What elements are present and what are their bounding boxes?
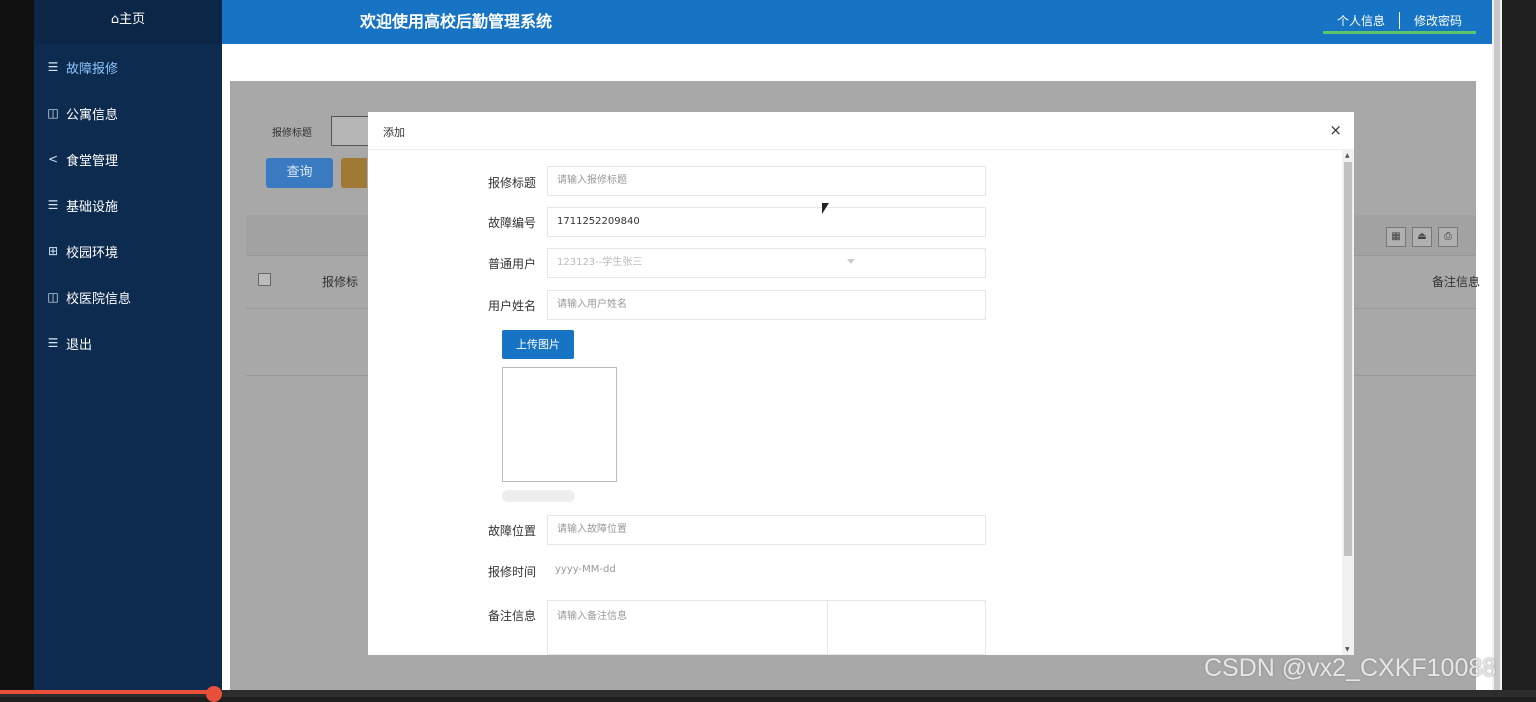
sidebar-item-label: 校医院信息 — [66, 291, 132, 307]
profile-link[interactable]: 个人信息 — [1323, 12, 1399, 29]
bg-query-button: 查询 — [266, 158, 333, 188]
video-progress-knob[interactable] — [206, 686, 222, 702]
change-password-link[interactable]: 修改密码 — [1398, 12, 1476, 29]
user-select[interactable]: 123123--学生张三 — [547, 248, 986, 278]
list-icon: ☰ — [47, 336, 59, 350]
mouse-cursor-icon — [822, 203, 829, 214]
sidebar-item-label: 基础设施 — [66, 199, 119, 215]
remark-textarea-extension — [827, 600, 986, 655]
bg-add-button — [341, 158, 367, 188]
book-icon: ◫ — [47, 106, 59, 120]
username-label: 用户姓名 — [487, 299, 536, 313]
bg-col-title: 报修标 — [322, 275, 359, 289]
page-scroll-thumb[interactable] — [1494, 0, 1500, 690]
time-input[interactable]: yyyy-MM-dd — [555, 564, 616, 575]
upload-image-button[interactable]: 上传图片 — [502, 330, 574, 359]
top-links: 个人信息 修改密码 — [1322, 12, 1476, 34]
chevron-down-icon — [847, 259, 855, 264]
user-label: 普通用户 — [487, 257, 536, 271]
code-label: 故障编号 — [487, 216, 536, 230]
add-dialog: 添加 × 报修标题 请输入报修标题 故障编号 1711252209840 普通用… — [368, 112, 1354, 655]
sidebar: ⌂主页 ☰ 故障报修 ◫ 公寓信息 < 食堂管理 ☰ 基础设施 ⊞ 校园环境 ◫… — [34, 0, 222, 697]
bg-table-tools: ▦ ⏏ ⎙ — [1386, 227, 1458, 247]
system-title: 欢迎使用高校后勤管理系统 — [360, 12, 553, 31]
remark-textarea[interactable]: 请输入备注信息 — [547, 600, 828, 655]
video-progress-track[interactable] — [0, 690, 1536, 697]
title-input[interactable]: 请输入报修标题 — [547, 166, 986, 196]
code-input[interactable]: 1711252209840 — [547, 207, 986, 237]
sidebar-item-label: 食堂管理 — [66, 153, 119, 169]
video-progress-fill — [0, 690, 214, 694]
bg-search-label: 报修标题 — [272, 128, 312, 139]
location-label: 故障位置 — [487, 524, 536, 538]
sidebar-home[interactable]: ⌂主页 — [34, 0, 222, 44]
scroll-up-icon[interactable]: ▲ — [1345, 152, 1350, 159]
sidebar-item-canteen[interactable]: < 食堂管理 — [34, 136, 222, 182]
username-input[interactable]: 请输入用户姓名 — [547, 290, 986, 320]
sidebar-item-hospital[interactable]: ◫ 校医院信息 — [34, 274, 222, 320]
bg-search-input — [331, 116, 371, 146]
app-window: ⌂主页 ☰ 故障报修 ◫ 公寓信息 < 食堂管理 ☰ 基础设施 ⊞ 校园环境 ◫… — [0, 0, 1536, 702]
topbar: 欢迎使用高校后勤管理系统 个人信息 修改密码 — [222, 0, 1492, 44]
bg-select-all-checkbox — [258, 273, 271, 286]
upload-progress-bar — [502, 490, 575, 502]
scroll-down-icon[interactable]: ▼ — [1345, 646, 1350, 653]
location-input[interactable]: 请输入故障位置 — [547, 515, 986, 545]
sidebar-item-logout[interactable]: ☰ 退出 — [34, 320, 222, 366]
columns-icon: ▦ — [1386, 227, 1406, 247]
list-icon: ☰ — [47, 198, 59, 212]
book-icon: ◫ — [47, 290, 59, 304]
sidebar-item-apartment[interactable]: ◫ 公寓信息 — [34, 90, 222, 136]
sidebar-item-repair[interactable]: ☰ 故障报修 — [34, 44, 222, 90]
remark-label: 备注信息 — [487, 609, 536, 623]
share-icon: < — [47, 152, 59, 166]
sidebar-item-label: 公寓信息 — [66, 107, 119, 123]
main-area: 欢迎使用高校后勤管理系统 个人信息 修改密码 报修标题 查询 ▦ ⏏ ⎙ 报修标… — [222, 0, 1492, 697]
dialog-scroll-thumb[interactable] — [1344, 162, 1352, 556]
sidebar-item-label: 故障报修 — [66, 61, 119, 77]
sidebar-item-label: 退出 — [66, 337, 93, 353]
title-label: 报修标题 — [487, 176, 536, 190]
page-scrollbar[interactable] — [1492, 0, 1502, 697]
time-label: 报修时间 — [487, 565, 536, 579]
print-icon: ⎙ — [1438, 227, 1458, 247]
list-icon: ☰ — [47, 60, 59, 74]
screen-left-margin — [0, 0, 34, 697]
dialog-scrollbar[interactable]: ▲ ▼ — [1342, 150, 1354, 655]
sidebar-item-facilities[interactable]: ☰ 基础设施 — [34, 182, 222, 228]
image-preview — [502, 367, 617, 482]
export-icon: ⏏ — [1412, 227, 1432, 247]
sidebar-item-environment[interactable]: ⊞ 校园环境 — [34, 228, 222, 274]
dialog-header: 添加 × — [368, 112, 1354, 150]
watermark: CSDN @vx2_CXKF10088 — [1204, 654, 1497, 682]
grid-icon: ⊞ — [47, 244, 59, 258]
close-icon[interactable]: × — [1329, 121, 1342, 139]
user-select-value: 123123--学生张三 — [557, 257, 643, 268]
sidebar-item-label: 校园环境 — [66, 245, 119, 261]
dialog-title: 添加 — [383, 126, 405, 139]
sidebar-nav: ☰ 故障报修 ◫ 公寓信息 < 食堂管理 ☰ 基础设施 ⊞ 校园环境 ◫ 校医院… — [34, 44, 222, 366]
bg-col-remark: 备注信息 — [1432, 275, 1481, 289]
